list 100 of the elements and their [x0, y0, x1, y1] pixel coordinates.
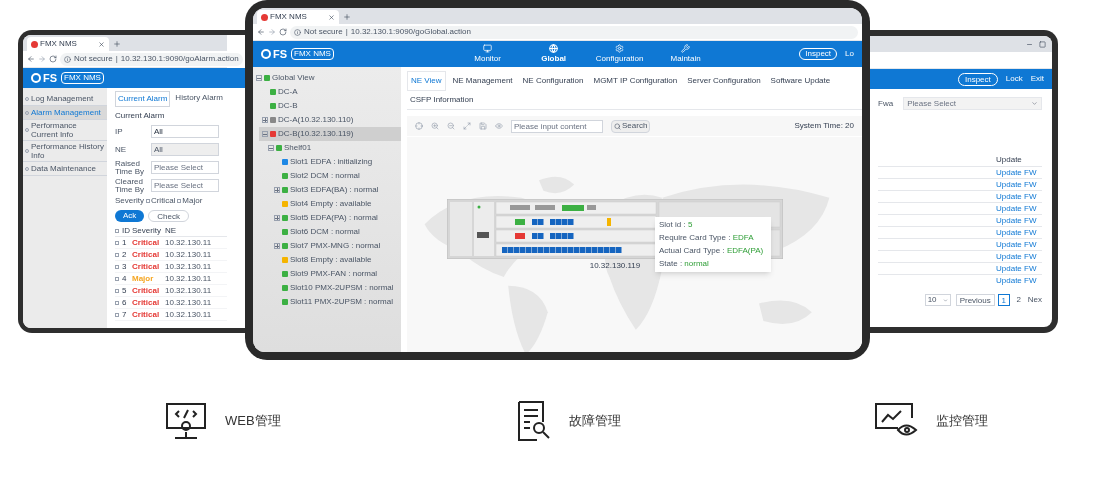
- expand-icon[interactable]: [274, 243, 280, 249]
- update-link[interactable]: Update FW: [996, 190, 1042, 203]
- zoom-in-icon[interactable]: [431, 122, 439, 130]
- tree-item[interactable]: Slot11 PMX-2UPSM : normal: [271, 295, 401, 309]
- update-link[interactable]: Update FW: [996, 202, 1042, 215]
- severity-label: Critical: [132, 296, 160, 309]
- action-button[interactable]: Ack: [115, 210, 145, 222]
- date-field[interactable]: Please Select: [151, 179, 219, 192]
- nav-item[interactable]: Monitor: [459, 43, 516, 65]
- expand-icon[interactable]: [274, 215, 280, 221]
- date-field[interactable]: Please Select: [151, 161, 219, 174]
- row-checkbox[interactable]: [115, 240, 119, 245]
- row-checkbox[interactable]: [115, 264, 119, 269]
- update-link[interactable]: Update FW: [996, 214, 1042, 227]
- close-icon[interactable]: [98, 40, 105, 48]
- page-button[interactable]: 2: [1012, 294, 1025, 306]
- tab[interactable]: History Alarm: [173, 91, 225, 107]
- update-link[interactable]: Update FW: [996, 262, 1042, 275]
- tab[interactable]: CSFP Information: [407, 91, 477, 109]
- reload-icon[interactable]: [49, 55, 57, 63]
- severity-checkbox[interactable]: Major: [177, 195, 203, 207]
- header-link[interactable]: Lo: [845, 48, 854, 60]
- tree-item[interactable]: Slot10 PMX-2UPSM : normal: [271, 281, 401, 295]
- zoom-out-icon[interactable]: [447, 122, 455, 130]
- row-checkbox[interactable]: [115, 276, 119, 281]
- collapse-icon[interactable]: [256, 75, 262, 81]
- row-checkbox[interactable]: [115, 252, 119, 257]
- collapse-icon[interactable]: [268, 145, 274, 151]
- new-tab-icon[interactable]: [343, 13, 351, 21]
- sidebar-item[interactable]: Performance History Info: [23, 141, 107, 162]
- tree-item[interactable]: Slot1 EDFA : initializing: [271, 155, 401, 169]
- locate-icon[interactable]: [415, 122, 423, 130]
- tab[interactable]: NE Configuration: [519, 72, 587, 90]
- feature-label: 故障管理: [568, 412, 621, 431]
- collapse-icon[interactable]: [262, 131, 268, 137]
- header-link[interactable]: Lock: [1005, 73, 1023, 85]
- tree-item[interactable]: Slot2 DCM : normal: [271, 169, 401, 183]
- sidebar-item[interactable]: Data Maintenance: [23, 162, 107, 176]
- select-field[interactable]: Please Select: [903, 97, 1042, 110]
- reload-icon[interactable]: [279, 28, 287, 36]
- forward-icon[interactable]: [268, 28, 276, 36]
- expand-icon[interactable]: [262, 117, 268, 123]
- browser-tab[interactable]: FMX NMS: [257, 10, 339, 24]
- save-icon[interactable]: [479, 122, 487, 130]
- tree-item[interactable]: Slot6 DCM : normal: [271, 225, 401, 239]
- nav-item[interactable]: Configuration: [591, 43, 648, 65]
- tree-item[interactable]: Slot7 PMX-MNG : normal: [271, 239, 401, 253]
- table-cell-text: 10.32.130.11: [165, 296, 213, 309]
- previous-button[interactable]: Previous: [955, 294, 995, 306]
- close-icon[interactable]: [328, 13, 335, 21]
- back-icon[interactable]: [257, 28, 265, 36]
- update-link[interactable]: Update FW: [996, 178, 1042, 191]
- url-field[interactable]: Not secure | 10.32.130.1:9090/goAlarm.action: [60, 52, 243, 66]
- view-icon[interactable]: [495, 122, 503, 130]
- tree-item[interactable]: Global View: [253, 71, 401, 85]
- row-checkbox[interactable]: [115, 312, 119, 317]
- search-field[interactable]: Please input content: [511, 119, 603, 133]
- tab[interactable]: NE View: [407, 71, 446, 91]
- update-link[interactable]: Update FW: [996, 238, 1042, 251]
- nav-item[interactable]: Maintain: [657, 43, 714, 65]
- tree-item[interactable]: DC-A: [259, 85, 401, 99]
- sidebar-item[interactable]: Performance Current Info: [23, 120, 107, 141]
- new-tab-icon[interactable]: [113, 40, 121, 48]
- tab[interactable]: MGMT IP Configuration: [590, 72, 681, 90]
- tree-item[interactable]: Shelf01: [265, 141, 401, 155]
- page-size-select[interactable]: 10: [924, 294, 951, 306]
- tree-item[interactable]: DC-B(10.32.130.119): [259, 127, 401, 141]
- row-checkbox[interactable]: [115, 288, 119, 293]
- expand-icon[interactable]: [463, 122, 471, 130]
- tree-item[interactable]: DC-B: [259, 99, 401, 113]
- tab[interactable]: Server Configuration: [684, 72, 764, 90]
- row-checkbox[interactable]: [115, 300, 119, 305]
- nav-item[interactable]: Global: [525, 43, 582, 65]
- select-field[interactable]: All: [151, 125, 219, 138]
- expand-icon[interactable]: [274, 187, 280, 193]
- update-link[interactable]: Update FW: [996, 226, 1042, 239]
- tree-item[interactable]: Slot9 PMX-FAN : normal: [271, 267, 401, 281]
- header-link[interactable]: Exit: [1030, 73, 1044, 85]
- url-field[interactable]: Not secure | 10.32.130.1:9090/goGlobal.action: [290, 25, 858, 39]
- next-button[interactable]: Nex: [1027, 294, 1042, 306]
- update-link[interactable]: Update FW: [996, 166, 1042, 179]
- tab[interactable]: Current Alarm: [115, 91, 171, 107]
- update-link[interactable]: Update FW: [996, 274, 1042, 287]
- forward-icon[interactable]: [38, 55, 46, 63]
- page-button[interactable]: 1: [997, 294, 1010, 306]
- tab[interactable]: NE Management: [449, 72, 516, 90]
- severity-checkbox[interactable]: Critical: [145, 195, 176, 207]
- tree-item[interactable]: Slot5 EDFA(PA) : normal: [271, 211, 401, 225]
- maximize-icon[interactable]: [1039, 40, 1046, 48]
- tree-item[interactable]: Slot8 Empty : available: [271, 253, 401, 267]
- update-link[interactable]: Update FW: [996, 250, 1042, 263]
- favicon-icon: [31, 40, 38, 48]
- tree-item[interactable]: Slot4 Empty : available: [271, 197, 401, 211]
- tree-item[interactable]: DC-A(10.32.130.110): [259, 113, 401, 127]
- tree-item[interactable]: Slot3 EDFA(BA) : normal: [271, 183, 401, 197]
- search-button[interactable]: Search: [611, 119, 651, 133]
- sidebar-item[interactable]: Alarm Management: [23, 106, 107, 120]
- browser-tab[interactable]: FMX NMS: [27, 37, 109, 51]
- tab[interactable]: Software Update: [767, 72, 834, 90]
- back-icon[interactable]: [27, 55, 35, 63]
